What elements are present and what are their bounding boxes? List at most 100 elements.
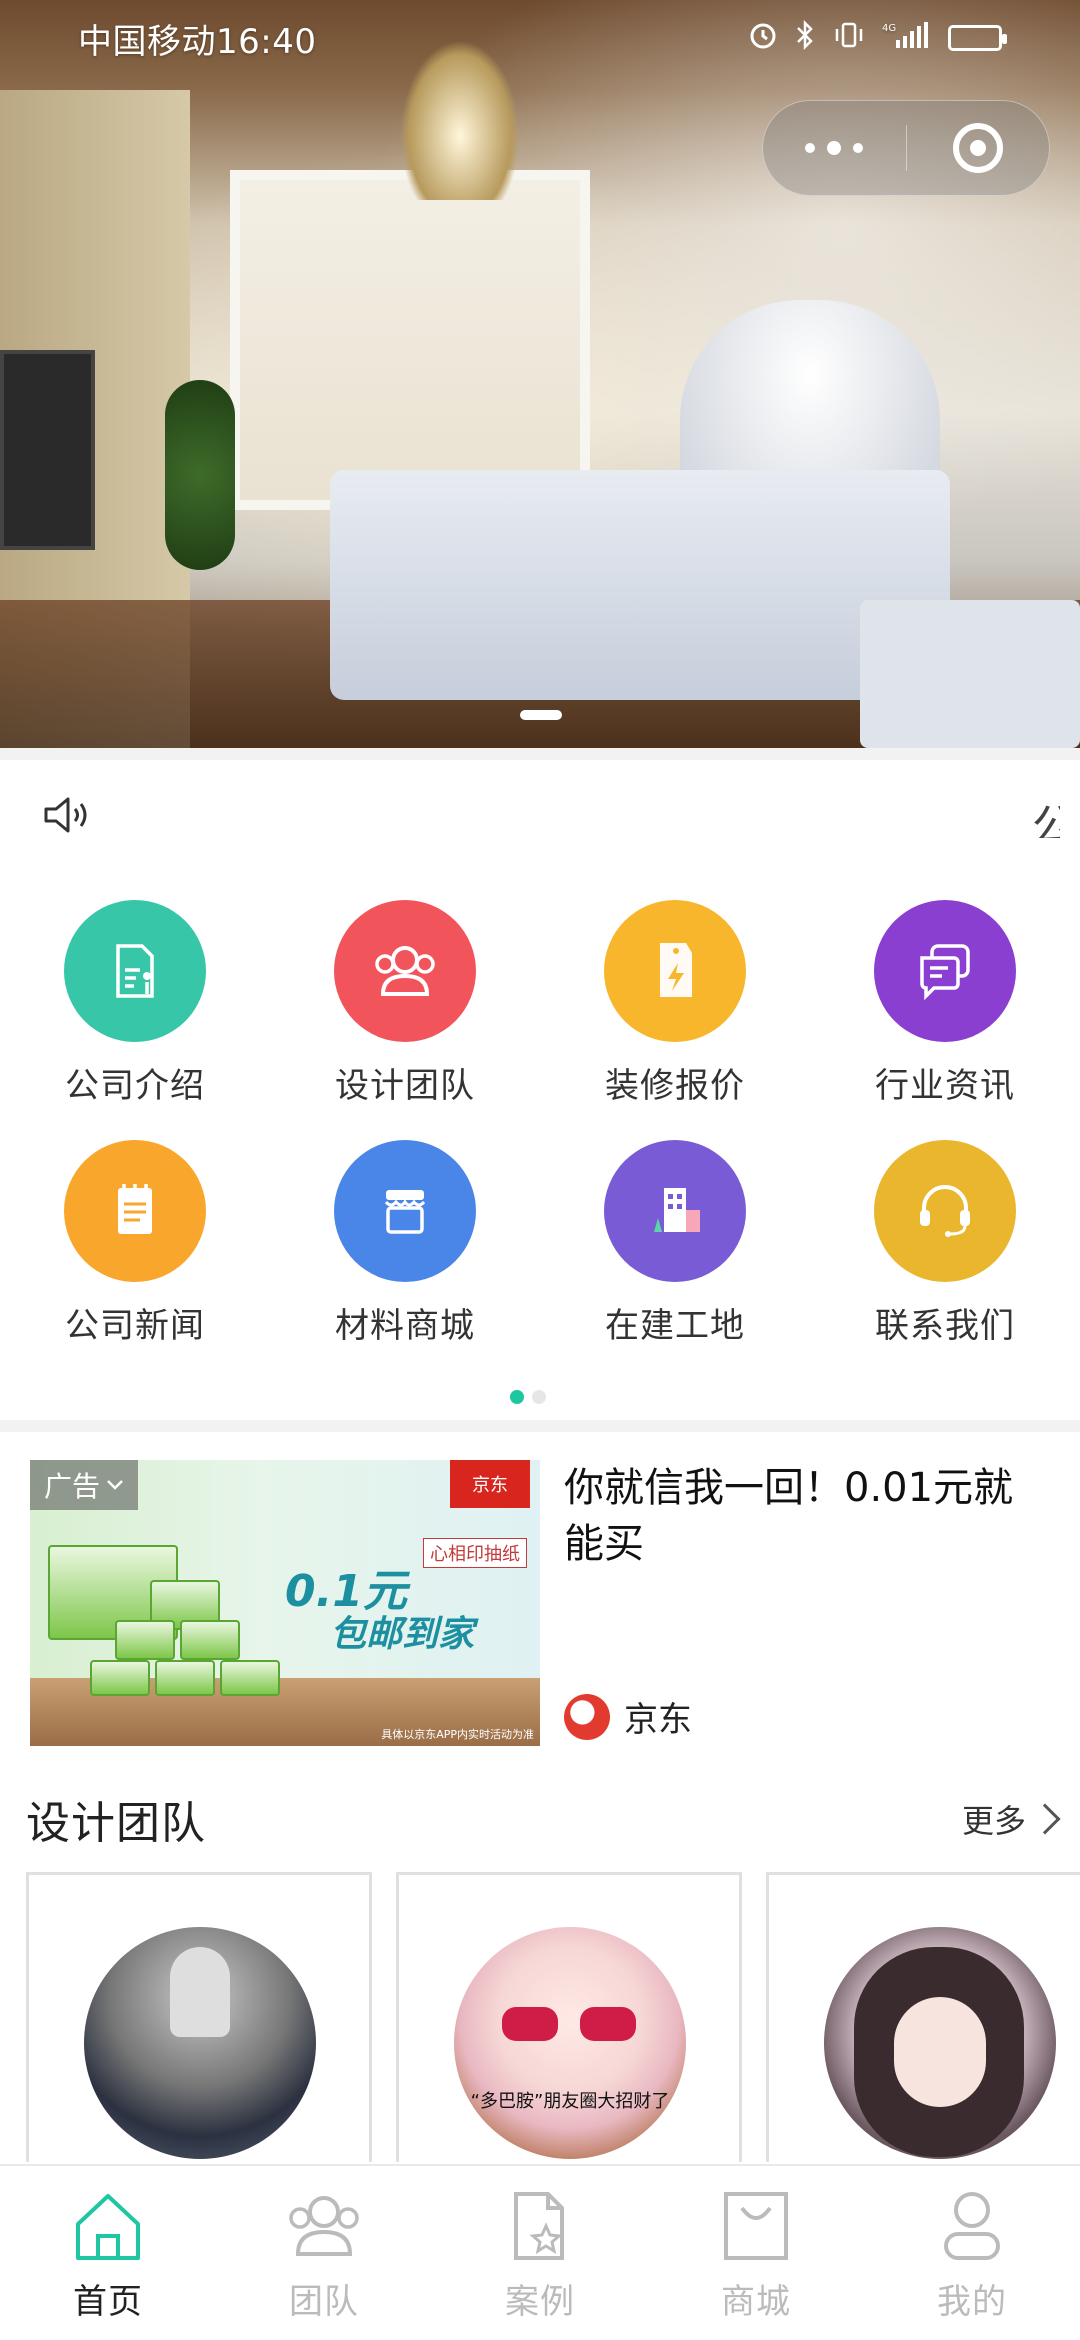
tab-label: 商城 — [721, 2282, 791, 2322]
jd-logo: 京东 — [450, 1460, 530, 1508]
team-card[interactable] — [26, 1872, 372, 2162]
people-icon — [334, 900, 476, 1042]
signal-4g-icon: 4G — [882, 20, 932, 57]
grid-item-company-intro[interactable]: 公司介绍 — [0, 890, 270, 1130]
tissue-pack — [90, 1660, 150, 1696]
grid-label: 装修报价 — [605, 1066, 745, 1106]
page-dot-active — [510, 1390, 524, 1404]
ad-fine-print: 具体以京东APP内实时活动为准 — [381, 1728, 534, 1741]
target-close-icon[interactable] — [907, 100, 1050, 196]
grid-label: 在建工地 — [605, 1306, 745, 1346]
chevron-down-icon — [107, 1480, 123, 1490]
miniprogram-capsule — [762, 100, 1050, 196]
carrier-time: 中国移动16:40 — [78, 21, 317, 62]
avatar — [84, 1927, 316, 2159]
tab-mine[interactable]: 我的 — [864, 2166, 1080, 2340]
grid-page-indicator — [510, 1390, 546, 1404]
tab-label: 团队 — [289, 2282, 359, 2322]
headset-icon — [874, 1140, 1016, 1282]
feature-grid: 公司介绍 设计团队 装修报价 行业资讯 公司新闻 材料商城 在建工地 联系我们 — [0, 890, 1080, 1370]
team-card-list: “多巴胺”朋友圈大招财了 — [26, 1872, 1080, 2162]
grid-item-contact-us[interactable]: 联系我们 — [810, 1130, 1080, 1370]
grid-item-industry-news[interactable]: 行业资讯 — [810, 890, 1080, 1130]
ad-brand-name: 京东 — [624, 1700, 692, 1740]
notice-text: 公 — [1032, 801, 1060, 838]
divider — [0, 1420, 1080, 1432]
grid-label: 联系我们 — [875, 1306, 1015, 1346]
team-card[interactable] — [766, 1872, 1080, 2162]
grid-item-material-mall[interactable]: 材料商城 — [270, 1130, 540, 1370]
grid-label: 设计团队 — [335, 1066, 475, 1106]
grid-item-company-news[interactable]: 公司新闻 — [0, 1130, 270, 1370]
cat-figure — [170, 1947, 230, 2037]
banner-nightstand — [860, 600, 1080, 748]
ad-promo-text: 包邮到家 — [330, 1614, 475, 1655]
price-tag-icon — [604, 900, 746, 1042]
page-dot — [532, 1390, 546, 1404]
avatar: “多巴胺”朋友圈大招财了 — [454, 1927, 686, 2159]
speaker-icon — [44, 797, 87, 833]
notepad-icon — [64, 1140, 206, 1282]
avatar-caption: “多巴胺”朋友圈大招财了 — [470, 2091, 670, 2112]
chevron-right-icon — [1029, 1803, 1061, 1835]
ad-badge-label: 广告 — [44, 1470, 101, 1503]
banner-bed — [330, 470, 950, 700]
banner-tv — [0, 350, 95, 550]
team-icon — [289, 2196, 359, 2256]
status-bar: 中国移动16:40 4G — [0, 0, 1080, 76]
grid-item-construction-site[interactable]: 在建工地 — [540, 1130, 810, 1370]
more-label: 更多 — [961, 1802, 1026, 1840]
grid-item-quote[interactable]: 装修报价 — [540, 890, 810, 1130]
building-icon — [604, 1140, 746, 1282]
grid-item-design-team[interactable]: 设计团队 — [270, 890, 540, 1130]
jd-brand-icon — [564, 1693, 610, 1740]
alarm-icon — [748, 20, 778, 57]
sunglasses — [502, 2007, 638, 2041]
grid-label: 公司新闻 — [65, 1306, 205, 1346]
tissue-pack — [180, 1620, 240, 1660]
banner-indicator — [520, 710, 562, 720]
banner-alcove — [230, 170, 590, 510]
tissue-pack — [220, 1660, 280, 1696]
divider — [0, 748, 1080, 760]
shop-icon — [334, 1140, 476, 1282]
vibrate-icon — [832, 20, 866, 57]
home-icon — [76, 2194, 140, 2260]
ad-card[interactable]: 心相印抽纸 0.1元 包邮到家 京东 具体以京东APP内实时活动为准 广告 你就… — [30, 1460, 1050, 1750]
svg-text:4G: 4G — [882, 23, 896, 34]
more-link[interactable]: 更多 — [961, 1796, 1061, 1842]
user-icon — [944, 2192, 1000, 2260]
banner-plant — [165, 380, 235, 570]
battery-icon — [948, 25, 1007, 51]
ad-brand[interactable]: 京东 — [564, 1692, 692, 1741]
avatar-face — [894, 1997, 986, 2107]
tab-home[interactable]: 首页 — [0, 2166, 216, 2340]
case-icon — [514, 2192, 564, 2260]
grid-label: 材料商城 — [335, 1306, 475, 1346]
grid-label: 行业资讯 — [875, 1066, 1015, 1106]
team-section-header: 设计团队 更多 — [26, 1784, 1061, 1854]
chat-icon — [874, 900, 1016, 1042]
grid-label: 公司介绍 — [65, 1066, 205, 1106]
tissue-pack — [155, 1660, 215, 1696]
bag-icon — [724, 2192, 788, 2260]
bluetooth-icon — [794, 19, 816, 57]
tab-mall[interactable]: 商城 — [648, 2166, 864, 2340]
tab-cases[interactable]: 案例 — [432, 2166, 648, 2340]
more-dots-icon[interactable] — [763, 100, 906, 196]
tab-label: 案例 — [505, 2282, 575, 2322]
tab-label: 首页 — [73, 2282, 143, 2322]
tab-team[interactable]: 团队 — [216, 2166, 432, 2340]
team-card[interactable]: “多巴胺”朋友圈大招财了 — [396, 1872, 742, 2162]
tab-label: 我的 — [937, 2282, 1007, 2322]
tissue-pack — [115, 1620, 175, 1660]
section-title: 设计团队 — [26, 1798, 206, 1849]
document-icon — [64, 900, 206, 1042]
avatar — [824, 1927, 1056, 2159]
ad-badge[interactable]: 广告 — [30, 1460, 139, 1510]
status-icons: 4G — [748, 19, 1007, 57]
notice-bar[interactable]: 公 — [0, 760, 1080, 870]
ad-title[interactable]: 你就信我一回！0.01元就能买 — [564, 1460, 1044, 1572]
bottom-tab-bar: 首页 团队 案例 商城 我的 — [0, 2164, 1080, 2340]
ad-product-tag: 心相印抽纸 — [423, 1538, 527, 1568]
